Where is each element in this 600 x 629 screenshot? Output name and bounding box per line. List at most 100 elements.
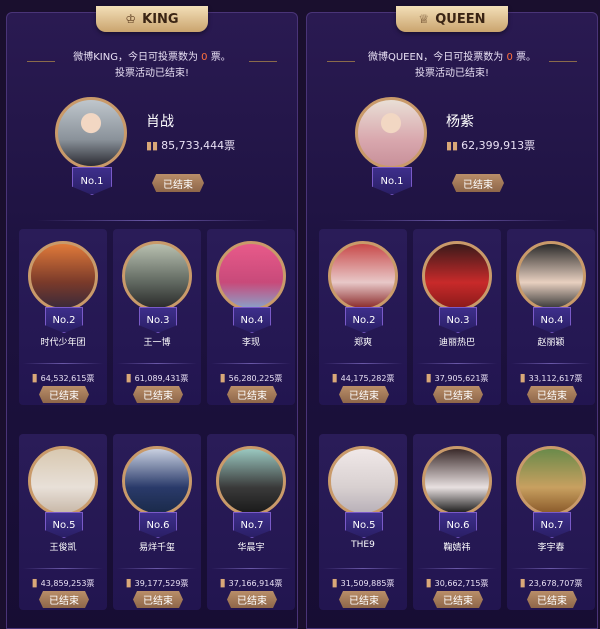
- ended-button[interactable]: 已结束: [152, 174, 204, 192]
- king-panel: ♔ KING 微博KING，今日可投票数为 0 票。 投票活动已结束! No.1…: [6, 6, 298, 629]
- king-title: KING: [142, 11, 179, 27]
- card-divider: [117, 363, 197, 364]
- rank-badge: No.1: [72, 167, 112, 195]
- card-divider: [23, 568, 103, 569]
- rank-badge: No.2: [45, 307, 83, 333]
- avatar[interactable]: [55, 97, 127, 169]
- candidate-name: 李宇春: [537, 543, 565, 553]
- card-divider: [511, 363, 591, 364]
- rank-badge: No.5: [45, 512, 83, 538]
- ended-button[interactable]: 已结束: [39, 591, 89, 608]
- bar-chart-icon: ▮: [519, 576, 526, 589]
- ended-button[interactable]: 已结束: [339, 386, 389, 403]
- rank-badge: No.7: [233, 512, 271, 538]
- vote-total: ▮ 43,859,253票: [31, 576, 95, 589]
- queen-title: QUEEN: [435, 11, 486, 27]
- candidate-name: 李现: [241, 338, 260, 348]
- candidate-name: 赵丽颖: [537, 338, 565, 348]
- ended-button[interactable]: 已结束: [452, 174, 504, 192]
- avatar[interactable]: [422, 446, 492, 516]
- avatar[interactable]: [122, 241, 192, 311]
- candidate-card: No.6 易烊千玺 ▮ 39,177,529票 已结束: [113, 434, 201, 610]
- bar-chart-icon: ▮: [125, 576, 132, 589]
- ended-button[interactable]: 已结束: [527, 386, 577, 403]
- queen-panel: ♕ QUEEN 微博QUEEN，今日可投票数为 0 票。 投票活动已结束! No…: [306, 6, 598, 629]
- avatar[interactable]: [216, 241, 286, 311]
- ended-button[interactable]: 已结束: [227, 591, 277, 608]
- candidate-card: No.6 鞠婧祎 ▮ 30,662,715票 已结束: [413, 434, 501, 610]
- ended-button[interactable]: 已结束: [133, 591, 183, 608]
- ended-button[interactable]: 已结束: [433, 386, 483, 403]
- ended-button[interactable]: 已结束: [527, 591, 577, 608]
- ended-button[interactable]: 已结束: [339, 591, 389, 608]
- candidate-card: No.5 THE9 ▮ 31,509,885票已结束: [319, 434, 407, 610]
- candidate-name: 时代少年团: [40, 338, 86, 348]
- avatar[interactable]: [216, 446, 286, 516]
- avatar[interactable]: [122, 446, 192, 516]
- vote-total: ▮ 37,905,621票: [425, 371, 489, 384]
- candidate-card: No.7 华晨宇 ▮ 37,166,914票已结束: [207, 434, 295, 610]
- queen-notice: 微博QUEEN，今日可投票数为 0 票。 投票活动已结束!: [307, 50, 597, 82]
- section-divider: [37, 220, 269, 221]
- candidate-card: No.5 王俊凯 ▮ 43,859,253票 已结束: [19, 434, 107, 610]
- candidate-card: No.2 郑爽 ▮ 44,175,282票 已结束: [319, 229, 407, 405]
- vote-total: ▮ 64,532,615票: [31, 371, 95, 384]
- vote-total: ▮ 56,280,225票: [219, 371, 283, 384]
- candidate-name: 迪丽热巴: [438, 338, 475, 348]
- ended-button[interactable]: 已结束: [133, 386, 183, 403]
- rank-badge: No.3: [139, 307, 177, 333]
- candidate-card: No.2 时代少年团 ▮ 64,532,615票已结束: [19, 229, 107, 405]
- bar-chart-icon: ▮: [425, 576, 432, 589]
- bar-chart-icon: ▮: [425, 371, 432, 384]
- avatar[interactable]: [328, 446, 398, 516]
- candidate-name: THE9: [351, 540, 375, 550]
- bar-chart-icon: ▮▮: [146, 139, 159, 152]
- king-notice-line2: 投票活动已结束!: [114, 68, 189, 79]
- bar-chart-icon: ▮: [31, 576, 38, 589]
- card-divider: [417, 568, 497, 569]
- avatar[interactable]: [355, 97, 427, 169]
- avatar[interactable]: [28, 446, 98, 516]
- ended-button[interactable]: 已结束: [433, 591, 483, 608]
- avatar[interactable]: [516, 241, 586, 311]
- candidate-name: 易烊千玺: [138, 543, 175, 553]
- bar-chart-icon: ▮: [31, 371, 38, 384]
- king-top-card: No.1 肖战 ▮▮ 85,733,444票 已结束: [52, 97, 252, 212]
- vote-total: ▮ 33,112,617票: [519, 371, 583, 384]
- ended-button[interactable]: 已结束: [39, 386, 89, 403]
- bar-chart-icon: ▮: [125, 371, 132, 384]
- queen-banner: ♕ QUEEN: [396, 6, 508, 32]
- card-divider: [323, 363, 403, 364]
- card-divider: [417, 363, 497, 364]
- avatar[interactable]: [422, 241, 492, 311]
- card-divider: [211, 363, 291, 364]
- candidate-name: 鞠婧祎: [443, 543, 471, 553]
- vote-total: ▮▮ 85,733,444票: [146, 139, 236, 152]
- rank-badge: No.6: [139, 512, 177, 538]
- vote-total: ▮ 31,509,885票: [331, 576, 395, 589]
- rank-badge: No.5: [345, 512, 383, 538]
- vote-total: ▮ 37,166,914票: [219, 576, 283, 589]
- candidate-card: No.3 迪丽热巴 ▮ 37,905,621票 已结束: [413, 229, 501, 405]
- avatar[interactable]: [28, 241, 98, 311]
- card-divider: [117, 568, 197, 569]
- bar-chart-icon: ▮: [219, 371, 226, 384]
- bar-chart-icon: ▮▮: [446, 139, 459, 152]
- candidate-name: 郑爽: [353, 338, 372, 348]
- candidate-name: 肖战: [146, 114, 174, 130]
- candidate-card: No.4 赵丽颖 ▮ 33,112,617票 已结束: [507, 229, 595, 405]
- candidate-name: 华晨宇: [237, 543, 265, 553]
- ended-button[interactable]: 已结束: [227, 386, 277, 403]
- avatar[interactable]: [516, 446, 586, 516]
- candidate-card: No.3 王一博 ▮ 61,089,431票 已结束: [113, 229, 201, 405]
- bar-chart-icon: ▮: [331, 576, 338, 589]
- section-divider: [337, 220, 569, 221]
- avatar[interactable]: [328, 241, 398, 311]
- vote-total: ▮ 44,175,282票: [331, 371, 395, 384]
- card-divider: [23, 363, 103, 364]
- rank-badge: No.1: [372, 167, 412, 195]
- card-divider: [511, 568, 591, 569]
- vote-total: ▮ 61,089,431票: [125, 371, 189, 384]
- crown-icon: ♕: [418, 12, 430, 26]
- queen-notice-line2: 投票活动已结束!: [414, 68, 489, 79]
